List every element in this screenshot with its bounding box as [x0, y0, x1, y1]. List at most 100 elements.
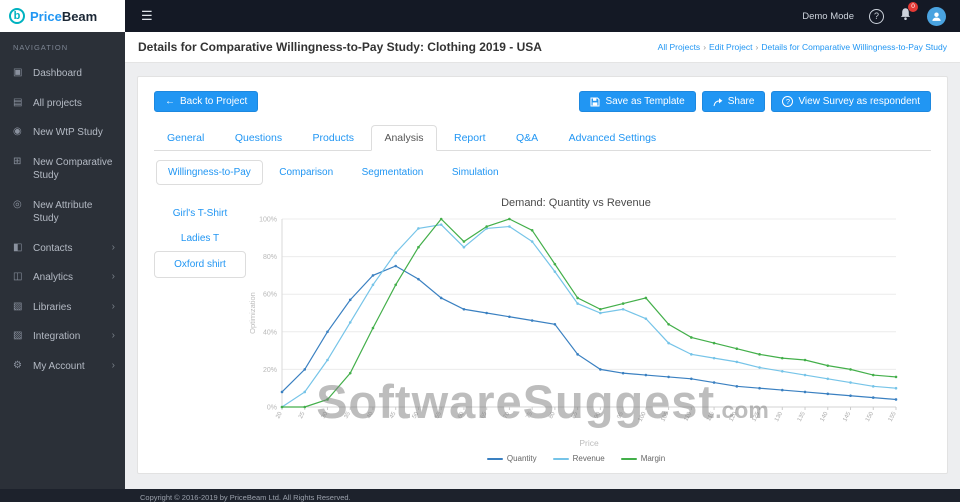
hamburger-menu-icon[interactable]: ☰ [125, 8, 169, 24]
product-tab-oxford-shirt[interactable]: Oxford shirt [154, 251, 246, 278]
demo-mode-menu[interactable]: Demo Mode [802, 11, 854, 22]
notifications-button[interactable]: 0 [899, 1, 918, 26]
topbar: b PriceBeam ☰ Demo Mode ? 0 [0, 0, 960, 32]
help-icon[interactable]: ? [869, 8, 884, 24]
sidebar-item-label: New WtP Study [33, 127, 103, 138]
tab-qa[interactable]: Q&A [503, 125, 551, 151]
svg-text:0%: 0% [267, 405, 277, 412]
save-icon [590, 97, 600, 106]
sidebar-item-label: All projects [33, 97, 82, 109]
sidebar-item-libraries[interactable]: ▧ Libraries › [0, 293, 125, 323]
brand-logo[interactable]: b PriceBeam [0, 0, 125, 32]
svg-text:35: 35 [344, 411, 353, 420]
sidebar-item-integration[interactable]: ▨ Integration › [0, 322, 125, 352]
sidebar-item-new-wtp-study[interactable]: ◉ New WtP Study [0, 118, 125, 148]
legend-item-revenue[interactable]: Revenue [552, 454, 605, 463]
breadcrumb-all-projects[interactable]: All Projects [658, 42, 701, 52]
page-title: Details for Comparative Willingness-to-P… [138, 40, 542, 54]
product-tab-girls-tshirt[interactable]: Girl's T-Shirt [154, 201, 246, 226]
svg-text:110: 110 [683, 411, 693, 423]
svg-text:95: 95 [616, 411, 625, 420]
brand-name: PriceBeam [30, 9, 97, 24]
legend-item-margin[interactable]: Margin [620, 454, 665, 463]
breadcrumb-edit-project[interactable]: Edit Project [709, 42, 752, 52]
tab-general[interactable]: General [154, 125, 217, 151]
breadcrumb: All Projects › Edit Project › Details for Co… [658, 42, 947, 52]
subtab-willingness-to-pay[interactable]: Willingness-to-Pay [156, 160, 263, 185]
tab-report[interactable]: Report [441, 125, 499, 151]
tab-advanced-settings[interactable]: Advanced Settings [556, 125, 670, 151]
analysis-subtabs: Willingness-to-Pay Comparison Segmentati… [154, 160, 931, 185]
sidebar-item-my-account[interactable]: ⚙ My Account › [0, 352, 125, 382]
subtab-segmentation[interactable]: Segmentation [350, 160, 436, 185]
user-avatar[interactable] [927, 6, 946, 26]
svg-text:105: 105 [660, 411, 670, 423]
svg-text:70: 70 [503, 411, 512, 420]
wtp-study-icon: ◉ [13, 126, 22, 137]
sidebar-item-label: Libraries [33, 301, 72, 313]
dashboard-icon: ▣ [13, 67, 23, 78]
svg-text:80: 80 [548, 411, 557, 420]
svg-text:Price: Price [579, 438, 599, 448]
chevron-right-icon: › [111, 330, 115, 341]
svg-text:130: 130 [774, 411, 784, 423]
svg-text:30: 30 [321, 411, 330, 420]
svg-text:125: 125 [751, 411, 761, 423]
copyright-text: Copyright © 2016-2019 by PriceBeam Ltd. … [140, 493, 351, 502]
sidebar-item-contacts[interactable]: ◧ Contacts › [0, 234, 125, 264]
svg-text:20%: 20% [263, 367, 277, 374]
save-as-template-label: Save as Template [605, 96, 685, 107]
sidebar-item-label: Analytics [33, 272, 74, 283]
all-projects-icon: ▤ [13, 96, 23, 108]
subtab-comparison[interactable]: Comparison [267, 160, 345, 185]
legend-swatch-revenue [552, 457, 569, 460]
view-survey-button[interactable]: ? View Survey as respondent [771, 91, 931, 112]
svg-text:100%: 100% [259, 217, 277, 224]
chevron-right-icon: › [111, 359, 115, 371]
svg-text:135: 135 [797, 411, 807, 423]
svg-text:155: 155 [888, 411, 898, 423]
svg-text:50: 50 [412, 411, 421, 420]
sidebar-item-label: New Attribute Study [33, 199, 93, 225]
breadcrumb-current[interactable]: Details for Comparative Willingness-to-P… [761, 42, 947, 52]
contacts-icon: ◧ [13, 241, 23, 253]
pricebeam-logo-icon: b [9, 8, 25, 24]
share-label: Share [727, 96, 755, 107]
sidebar-item-new-attribute-study[interactable]: ◎ New Attribute Study [0, 191, 125, 234]
tab-analysis[interactable]: Analysis [371, 125, 437, 151]
sidebar-item-new-comparative-study[interactable]: ⊞ New Comparative Study [0, 148, 125, 191]
legend-label: Revenue [572, 454, 605, 463]
main-area: Details for Comparative Willingness-to-P… [125, 32, 960, 489]
back-to-project-button[interactable]: ← Back to Project [154, 91, 259, 112]
svg-text:75: 75 [525, 411, 534, 420]
product-tabs: Girl's T-Shirt Ladies T Oxford shirt [154, 193, 246, 463]
chevron-right-icon: › [111, 300, 115, 312]
svg-text:120: 120 [729, 411, 739, 423]
subtab-simulation[interactable]: Simulation [440, 160, 511, 185]
share-button[interactable]: Share [701, 91, 766, 112]
save-as-template-button[interactable]: Save as Template [579, 91, 696, 112]
legend-swatch-margin [620, 457, 637, 460]
footer: Copyright © 2016-2019 by PriceBeam Ltd. … [0, 489, 960, 502]
chart-legend: Quantity Revenue Margin [246, 454, 906, 463]
svg-text:140: 140 [820, 411, 830, 423]
svg-text:100: 100 [638, 411, 648, 423]
product-tab-ladies-t[interactable]: Ladies T [154, 226, 246, 251]
sidebar-item-label: New Comparative Study [33, 156, 113, 182]
tab-products[interactable]: Products [300, 125, 367, 151]
sidebar-item-dashboard[interactable]: ▣ Dashboard [0, 59, 125, 89]
sidebar-item-label: My Account [33, 360, 85, 372]
libraries-icon: ▧ [13, 300, 23, 312]
attribute-study-icon: ◎ [13, 198, 22, 210]
sidebar-item-analytics[interactable]: ◫ Analytics › [0, 263, 125, 293]
sidebar-item-label: Contacts [33, 242, 73, 254]
breadcrumb-separator: › [703, 42, 707, 52]
user-icon [932, 12, 941, 21]
svg-text:40: 40 [366, 411, 375, 420]
comparative-study-icon: ⊞ [13, 155, 22, 167]
tab-questions[interactable]: Questions [222, 125, 295, 151]
sidebar-item-all-projects[interactable]: ▤ All projects [0, 89, 125, 119]
legend-item-quantity[interactable]: Quantity [486, 454, 537, 463]
sidebar-item-label: Integration [33, 331, 81, 342]
share-icon [713, 97, 723, 106]
